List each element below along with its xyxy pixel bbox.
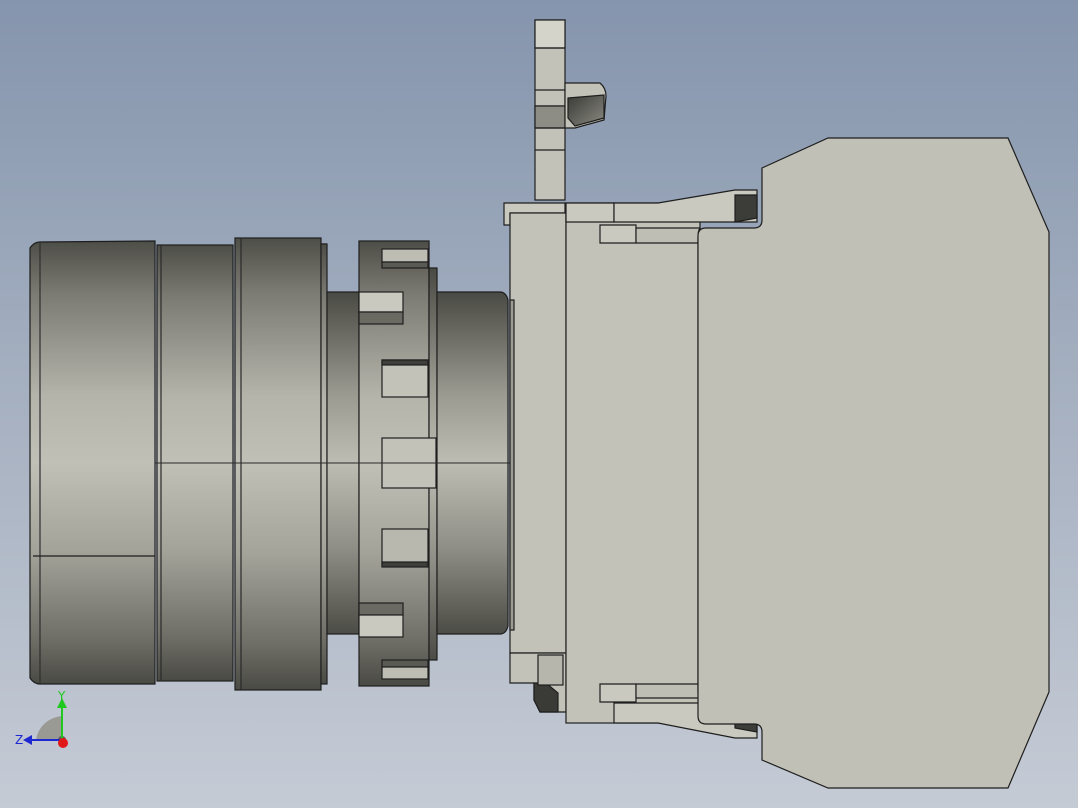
cad-model-view[interactable] <box>0 0 1078 808</box>
enclosure-housing <box>697 137 1050 789</box>
orientation-triad: Y Z <box>15 689 68 748</box>
triad-quadrant <box>36 716 62 740</box>
bezel-front <box>29 240 156 685</box>
x-axis-dot <box>58 738 68 748</box>
bezel-ring-2 <box>234 237 328 691</box>
z-axis-label: Z <box>15 733 23 747</box>
cad-viewport[interactable]: Y Z <box>0 0 1078 808</box>
adapter-plate <box>503 202 567 713</box>
y-axis-label: Y <box>57 689 66 703</box>
mounting-flange <box>534 19 607 201</box>
